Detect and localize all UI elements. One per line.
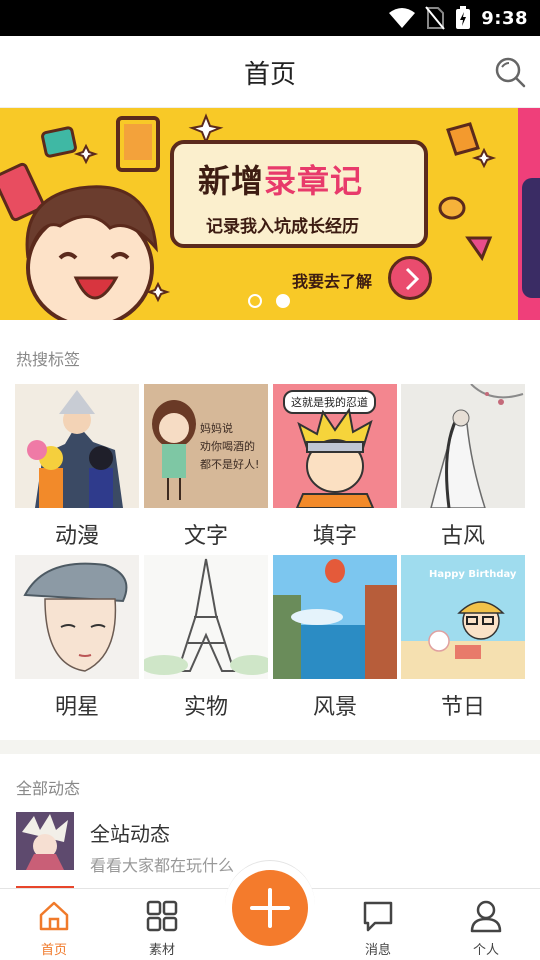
tab-label: 消息 [364, 943, 391, 958]
tag-scenery-image [273, 555, 397, 679]
tab-messages[interactable]: 消息 [324, 889, 432, 960]
no-sim-icon [425, 6, 445, 30]
tag-real-objects-image [144, 555, 268, 679]
pager-dot[interactable] [248, 294, 262, 308]
plus-icon [250, 888, 290, 928]
status-time: 9:38 [481, 7, 528, 29]
tag-label: 文字 [183, 524, 228, 549]
tag-label: 风景 [312, 695, 357, 720]
pager-dot-active[interactable] [276, 294, 290, 308]
tag-anime[interactable]: 动漫 [15, 384, 139, 550]
tab-profile[interactable]: 个人 [432, 889, 540, 960]
tab-label: 个人 [472, 943, 499, 958]
tag-celebrity-image [15, 555, 139, 679]
feed-item-avatar[interactable] [16, 812, 74, 870]
banner-cta-label[interactable]: 我要去了解 [292, 268, 372, 292]
tag-ancient-style[interactable]: 古风 [401, 384, 525, 550]
banner-subline: 记录我入坑成长经历 [206, 217, 359, 237]
tag-fill-words[interactable]: 这就是我的忍道 填字 [273, 384, 397, 550]
chevron-right-icon [405, 267, 420, 291]
promo-banner[interactable]: 新增录章记 记录我入坑成长经历 我要去了解 [0, 108, 540, 320]
tag-real-objects[interactable]: 实物 [144, 555, 268, 721]
banner-pager[interactable] [248, 294, 290, 308]
tag-ancient-style-image [401, 384, 525, 508]
search-icon[interactable] [494, 56, 526, 88]
tab-materials[interactable]: 素材 [108, 889, 216, 960]
tab-label: 首页 [40, 943, 67, 958]
tag-label: 节日 [440, 695, 485, 720]
tag-label: 动漫 [54, 524, 99, 549]
tag-label: 填字 [312, 524, 357, 549]
feed-item-subtitle: 看看大家都在玩什么 [90, 856, 235, 875]
tag-label: 古风 [440, 524, 485, 549]
tag-label: 明星 [54, 695, 99, 720]
feed-item-title[interactable]: 全站动态 [90, 818, 170, 847]
status-bar: 9:38 [0, 0, 540, 36]
banner-cta-button[interactable] [388, 256, 432, 300]
top-header: 首页 [0, 36, 540, 108]
page-title: 首页 [243, 60, 296, 90]
tag-text[interactable]: 妈妈说 劝你喝酒的 都不是好人! 文字 [144, 384, 268, 550]
tag-fill-words-image: 这就是我的忍道 [273, 384, 397, 508]
tag-anime-image [15, 384, 139, 508]
grid-icon [146, 900, 178, 932]
tag-label: 实物 [183, 695, 228, 720]
tag-scenery[interactable]: 风景 [273, 555, 397, 721]
message-icon [363, 901, 393, 932]
tag-text-image: 妈妈说 劝你喝酒的 都不是好人! [144, 384, 268, 508]
banner-headline: 新增录章记 [198, 162, 364, 200]
person-icon [470, 900, 502, 933]
wifi-icon [389, 8, 416, 28]
hot-tags-heading: 热搜标签 [16, 350, 81, 369]
tag-festival-image: Happy Birthday [401, 555, 525, 679]
next-banner-peek [518, 108, 540, 320]
tab-label: 素材 [148, 943, 175, 958]
create-post-button[interactable] [232, 870, 308, 946]
section-divider [0, 740, 540, 754]
home-icon [39, 901, 69, 931]
tag-festival[interactable]: Happy Birthday 节日 [401, 555, 525, 721]
tab-home[interactable]: 首页 [0, 889, 108, 960]
banner-speech-bubble: 新增录章记 记录我入坑成长经历 [170, 140, 428, 248]
battery-icon [456, 6, 471, 29]
tag-celebrity[interactable]: 明星 [15, 555, 139, 721]
tag-text-art: 妈妈说 劝你喝酒的 都不是好人! [200, 422, 260, 471]
feed-heading: 全部动态 [16, 779, 81, 798]
